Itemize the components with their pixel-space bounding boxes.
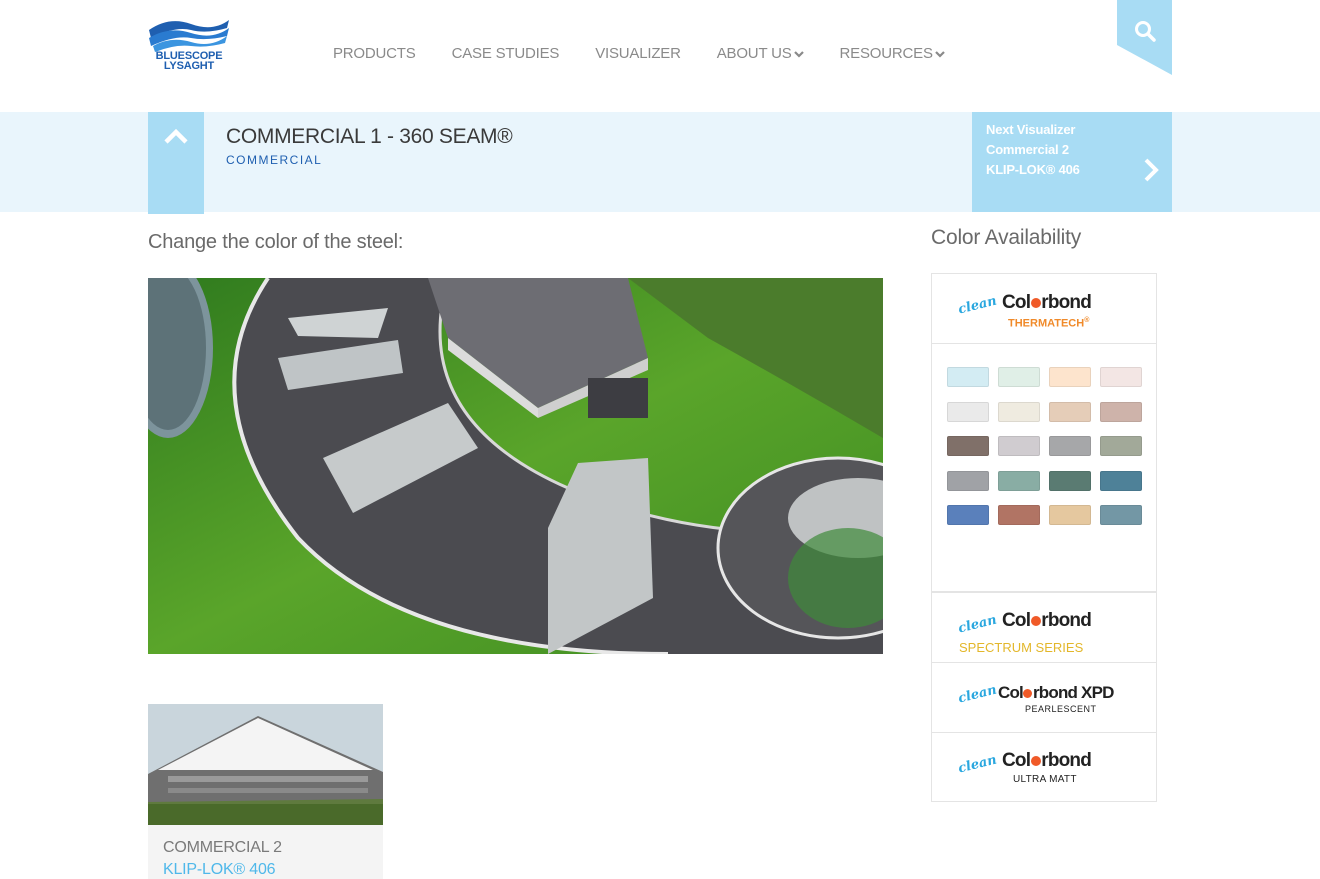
color-swatch[interactable] <box>1100 436 1142 456</box>
change-color-label: Change the color of the steel: <box>148 231 404 253</box>
scroll-up-button[interactable] <box>148 112 204 214</box>
nav-resources[interactable]: RESOURCES <box>840 45 945 62</box>
building-aerial-image <box>148 278 883 654</box>
next-visualizer-label: Next Visualizer <box>986 122 1076 137</box>
related-visualizer-card[interactable]: COMMERCIAL 2 KLIP-LOK® 406 <box>148 704 383 879</box>
search-icon <box>1117 0 1172 75</box>
colorbond-xpd-tab[interactable]: clean Col rbond XPD PEARLESCENT <box>931 662 1157 733</box>
clean-logo: clean <box>956 752 999 777</box>
color-swatch[interactable] <box>947 436 989 456</box>
clean-logo: clean <box>956 612 999 637</box>
color-swatch[interactable] <box>998 367 1040 387</box>
color-swatch[interactable] <box>998 401 1040 422</box>
chevron-up-icon <box>164 128 188 144</box>
clean-logo: clean <box>956 293 999 318</box>
clean-logo: clean <box>956 682 999 707</box>
pearlescent-label: PEARLESCENT <box>1025 704 1097 714</box>
main-nav: PRODUCTS CASE STUDIES VISUALIZER ABOUT U… <box>333 45 981 62</box>
color-swatch[interactable] <box>947 401 989 422</box>
colorbond-brand: Col rbond <box>1002 610 1092 631</box>
building-photo-image <box>148 704 383 825</box>
color-swatch[interactable] <box>998 436 1040 456</box>
bluescope-lysaght-logo[interactable]: BLUESCOPE LYSAGHT <box>147 16 231 76</box>
colorbond-ultra-matt-tab[interactable]: clean Col rbond ULTRA MATT <box>931 732 1157 802</box>
nav-products[interactable]: PRODUCTS <box>333 45 416 62</box>
color-swatch[interactable] <box>1100 367 1142 387</box>
nav-about-us[interactable]: ABOUT US <box>717 45 804 62</box>
nav-visualizer[interactable]: VISUALIZER <box>595 45 681 62</box>
colorbond-dot-icon <box>1030 298 1041 308</box>
logo-text: BLUESCOPE LYSAGHT <box>155 50 223 72</box>
color-swatch[interactable] <box>947 470 989 491</box>
related-visualizer-image <box>148 704 383 825</box>
related-visualizer-title: COMMERCIAL 2 <box>163 839 282 856</box>
colorbond-dot-icon <box>1023 689 1033 698</box>
visualizer-image[interactable] <box>148 278 883 654</box>
page-title: COMMERCIAL 1 - 360 SEAM® <box>226 125 513 148</box>
next-visualizer-name: Commercial 2 <box>986 142 1069 157</box>
colorbond-thermatech-tab[interactable]: clean Col rbond THERMATECH® <box>931 273 1157 344</box>
chevron-right-icon <box>1144 158 1159 182</box>
color-swatch[interactable] <box>1049 505 1091 525</box>
site-header: BLUESCOPE LYSAGHT PRODUCTS CASE STUDIES … <box>0 0 1320 112</box>
colorbond-spectrum-tab[interactable]: clean Col rbond SPECTRUM SERIES <box>931 592 1157 663</box>
next-visualizer-profile: KLIP-LOK® 406 <box>986 162 1080 177</box>
color-swatch[interactable] <box>1049 401 1091 422</box>
color-swatch[interactable] <box>947 505 989 525</box>
color-swatch[interactable] <box>1100 401 1142 422</box>
colorbond-brand: Col rbond <box>1002 750 1092 771</box>
color-availability-title: Color Availability <box>931 226 1082 249</box>
thermatech-label: THERMATECH® <box>1008 317 1090 330</box>
color-swatch[interactable] <box>1049 367 1091 387</box>
spectrum-series-label: SPECTRUM SERIES <box>959 640 1084 655</box>
related-visualizer-subtitle: KLIP-LOK® 406 <box>163 861 276 878</box>
color-swatch[interactable] <box>1049 436 1091 456</box>
color-swatch[interactable] <box>1049 470 1091 491</box>
color-swatch-panel <box>931 343 1157 592</box>
search-button[interactable] <box>1117 0 1172 75</box>
color-swatch[interactable] <box>947 367 989 387</box>
colorbond-dot-icon <box>1030 616 1041 626</box>
colorbond-xpd-brand: Col rbond XPD <box>998 683 1114 702</box>
wave-logo-icon <box>149 20 229 52</box>
color-swatch[interactable] <box>998 470 1040 491</box>
colorbond-brand: Col rbond <box>1002 292 1092 313</box>
ultra-matt-label: ULTRA MATT <box>1013 774 1077 785</box>
nav-case-studies[interactable]: CASE STUDIES <box>452 45 560 62</box>
chevron-down-icon <box>934 50 945 58</box>
page-category: COMMERCIAL <box>226 153 323 167</box>
color-swatch[interactable] <box>1100 470 1142 491</box>
colorbond-dot-icon <box>1030 756 1041 766</box>
next-visualizer-button[interactable]: Next Visualizer Commercial 2 KLIP-LOK® 4… <box>972 112 1172 212</box>
chevron-down-icon <box>793 50 804 58</box>
color-swatch[interactable] <box>998 505 1040 525</box>
color-swatch[interactable] <box>1100 505 1142 525</box>
